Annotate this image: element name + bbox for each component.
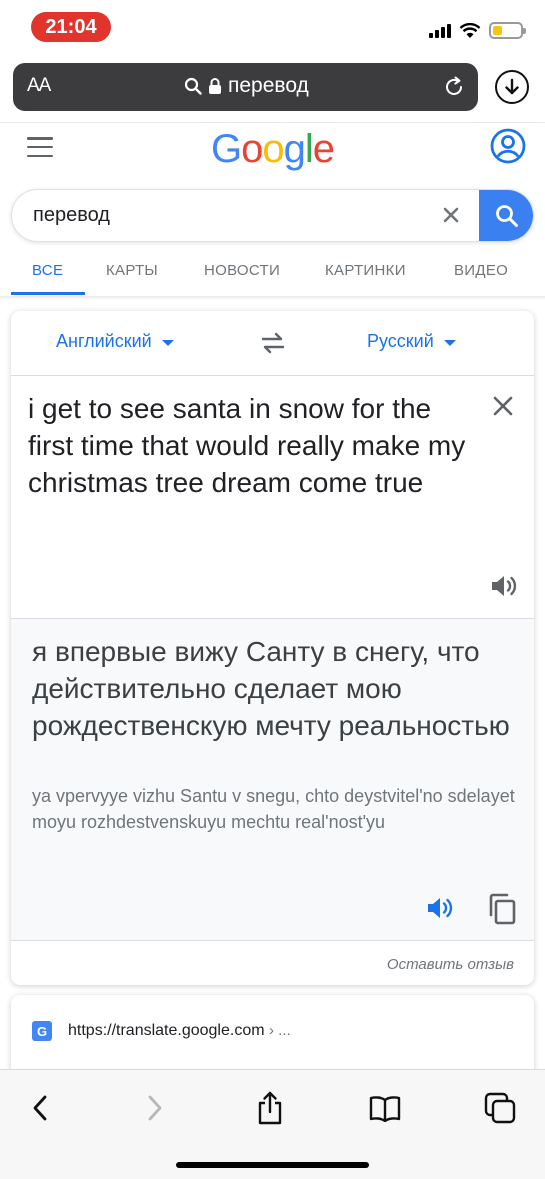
translate-card: Английский Русский i get to see santa in… (11, 311, 534, 985)
book-icon (369, 1096, 401, 1122)
active-tab-indicator (11, 292, 85, 295)
tabs-icon (484, 1092, 516, 1124)
result-url-text: https://translate.google.com (68, 1022, 265, 1039)
tab-maps[interactable]: КАРТЫ (106, 262, 158, 279)
result-url[interactable]: https://translate.google.com › ... (68, 1022, 291, 1040)
tab-all[interactable]: ВСЕ (32, 262, 63, 279)
menu-icon[interactable] (27, 137, 53, 157)
forward-button[interactable] (135, 1090, 175, 1126)
clear-source-icon[interactable] (491, 394, 515, 418)
battery-icon (489, 22, 526, 39)
home-indicator (176, 1162, 369, 1168)
downloads-button[interactable] (495, 70, 529, 104)
target-language-label: Русский (367, 331, 434, 351)
search-icon (495, 204, 518, 227)
search-button[interactable] (479, 190, 533, 241)
status-time: 21:04 (31, 12, 111, 42)
tab-videos[interactable]: ВИДЕО (454, 262, 508, 279)
back-button[interactable] (20, 1090, 60, 1126)
lock-icon (209, 78, 221, 94)
tabs-divider (0, 296, 545, 300)
download-arrow-icon (505, 78, 519, 95)
copy-icon[interactable] (487, 893, 517, 925)
translation-area: я впервые вижу Санту в снегу, что действ… (11, 619, 534, 941)
source-text[interactable]: i get to see santa in snow for the first… (28, 390, 468, 501)
search-icon (184, 77, 202, 95)
target-language-select[interactable]: Русский (367, 331, 456, 352)
address-field[interactable]: перевод (184, 74, 309, 98)
translated-text: я впервые вижу Санту в снегу, что действ… (32, 636, 510, 741)
status-icons (429, 22, 526, 39)
bookmarks-button[interactable] (365, 1090, 405, 1126)
clear-search-icon[interactable] (439, 203, 463, 227)
google-translate-favicon-icon: G (32, 1021, 52, 1041)
search-input[interactable]: перевод (33, 204, 110, 227)
share-button[interactable] (250, 1090, 290, 1126)
logo-letter: l (304, 127, 314, 171)
logo-letter: o (262, 127, 284, 171)
text-size-button[interactable]: AA (27, 75, 51, 97)
cellular-signal-icon (429, 23, 451, 38)
tabs-button[interactable] (480, 1090, 520, 1126)
logo-letter: o (241, 127, 263, 171)
transliteration-text: ya vpervyye vizhu Santu v snegu, chto de… (32, 786, 515, 832)
search-box[interactable]: перевод (11, 189, 534, 242)
swap-languages-icon[interactable] (259, 331, 287, 355)
tab-images[interactable]: КАРТИНКИ (325, 262, 406, 279)
text-size-label: AA (27, 75, 51, 96)
chevron-right-icon (148, 1095, 162, 1121)
source-language-label: Английский (56, 331, 152, 351)
chevron-down-icon (161, 339, 174, 346)
google-header: Google (0, 122, 545, 182)
chevron-left-icon (33, 1095, 47, 1121)
tab-news[interactable]: НОВОСТИ (204, 262, 280, 279)
logo-letter: e (312, 127, 335, 171)
result-breadcrumb: › ... (269, 1022, 291, 1039)
reload-icon[interactable] (442, 75, 466, 99)
chevron-down-icon (443, 339, 456, 346)
address-text: перевод (228, 74, 309, 97)
logo-letter: g (283, 127, 306, 171)
feedback-link[interactable]: Оставить отзыв (387, 956, 514, 973)
account-icon[interactable] (490, 128, 526, 164)
logo-letter: G (211, 127, 242, 171)
status-bar: 21:04 (0, 0, 545, 54)
google-logo[interactable]: Google (211, 127, 335, 172)
search-tabs: ВСЕ КАРТЫ НОВОСТИ КАРТИНКИ ВИДЕО (0, 246, 545, 296)
search-result[interactable]: G https://translate.google.com › ... (11, 995, 534, 1075)
share-icon (258, 1091, 282, 1125)
bottom-toolbar (0, 1069, 545, 1179)
source-text-area[interactable]: i get to see santa in snow for the first… (11, 375, 534, 619)
wifi-icon (459, 22, 481, 38)
speaker-icon[interactable] (425, 895, 455, 921)
address-bar[interactable]: AA перевод (13, 63, 478, 111)
source-language-select[interactable]: Английский (56, 331, 174, 352)
speaker-icon[interactable] (489, 573, 519, 599)
